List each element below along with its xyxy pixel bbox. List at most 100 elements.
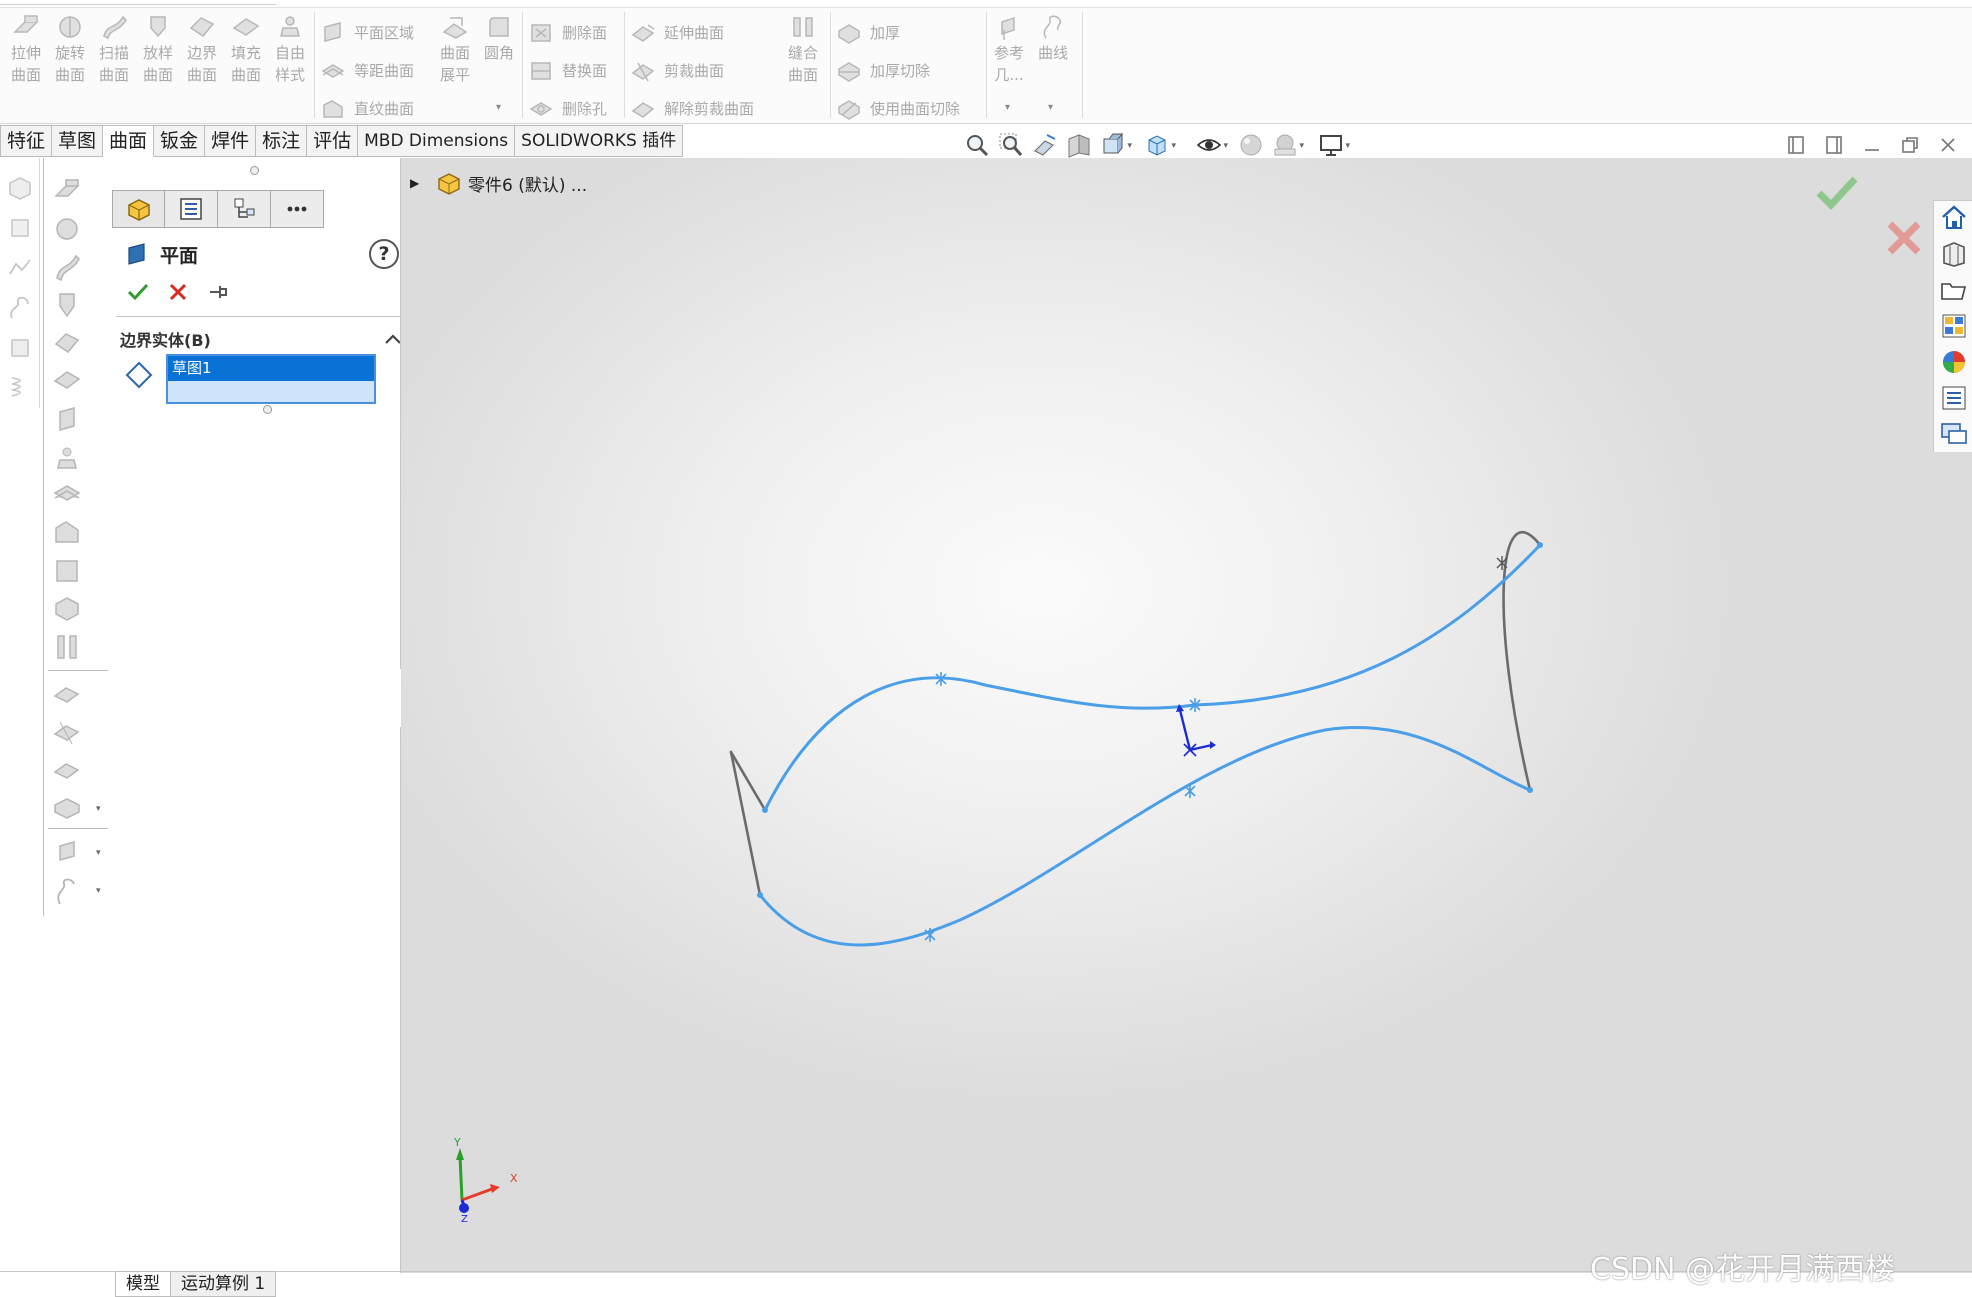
v-extend-surface-button[interactable] [52, 680, 82, 710]
delete-hole-button[interactable]: 删除孔 [528, 94, 607, 124]
section-view-button[interactable] [1062, 129, 1096, 161]
tab-solidworks-addins[interactable]: SOLIDWORKS 插件 [515, 125, 684, 157]
list-resize-handle[interactable] [263, 405, 272, 414]
configuration-manager-tab[interactable] [218, 190, 271, 228]
tab-weldments[interactable]: 焊件 [205, 125, 257, 157]
surface-bodies-button[interactable] [6, 214, 34, 242]
replace-face-button[interactable]: 替换面 [528, 56, 607, 86]
v-freeform-button[interactable] [52, 442, 82, 472]
thicken-button[interactable]: 加厚 [836, 18, 900, 48]
curve-button[interactable] [6, 294, 34, 322]
cancel-button[interactable] [158, 276, 198, 308]
file-explorer-tab[interactable] [1939, 275, 1969, 305]
edit-appearance-button[interactable] [1234, 129, 1268, 161]
loft-surface-button[interactable]: 放样 曲面 [137, 10, 179, 86]
tab-motion-study-1[interactable]: 运动算例 1 [171, 1271, 277, 1297]
sketch-button[interactable] [6, 254, 34, 282]
restore-button[interactable] [1894, 130, 1926, 160]
freeform-button[interactable]: 自由 样式 [269, 10, 311, 86]
v-boundary-surface-button[interactable] [52, 328, 82, 358]
custom-properties-tab[interactable] [1939, 383, 1969, 413]
dropdown-arrow-icon[interactable]: ▾ [96, 848, 101, 858]
tile-vertical-button[interactable] [1818, 130, 1850, 160]
fillet-button[interactable]: 圆角 [478, 10, 520, 64]
hide-show-items-button[interactable]: ▾ [1192, 129, 1228, 161]
close-button[interactable] [1932, 130, 1964, 160]
dynamic-annotation-button[interactable]: ▾ [1096, 129, 1132, 161]
view-orientation-button[interactable]: ▾ [1140, 129, 1176, 161]
ruled-surface-button[interactable]: 直纹曲面 [320, 94, 414, 124]
fillet-dropdown-icon[interactable]: ▾ [496, 102, 501, 113]
spring-button[interactable] [6, 372, 34, 400]
curves-dropdown-icon[interactable]: ▾ [1048, 102, 1053, 113]
tab-sketch[interactable]: 草图 [52, 125, 104, 157]
v-offset-surface-button[interactable] [52, 480, 82, 510]
tab-markup[interactable]: 标注 [256, 125, 308, 157]
graphics-area[interactable] [401, 158, 1972, 1273]
thickened-cut-button[interactable]: 加厚切除 [836, 56, 930, 86]
solid-bodies-button[interactable] [6, 174, 34, 202]
extrude-surface-button[interactable]: 拉伸 曲面 [5, 10, 47, 86]
list-item[interactable]: 草图1 [168, 356, 374, 381]
v-extrude-surface-button[interactable] [52, 176, 82, 206]
view-settings-button[interactable]: ▾ [1314, 129, 1350, 161]
flyout-feature-tree[interactable]: ▶ 零件6 (默认) ... [410, 168, 587, 198]
minimize-button[interactable] [1856, 130, 1888, 160]
feature-manager-tab[interactable] [112, 190, 165, 228]
bounding-entities-selection-box[interactable]: 草图1 [166, 354, 376, 404]
untrim-surface-button[interactable]: 解除剪裁曲面 [630, 94, 754, 124]
revolve-surface-button[interactable]: 旋转 曲面 [49, 10, 91, 86]
tab-surfaces[interactable]: 曲面 [103, 125, 155, 157]
appearances-tab[interactable] [1939, 347, 1969, 377]
v-knit-surface-button[interactable] [52, 632, 82, 662]
delete-face-button[interactable]: 删除面 [528, 18, 607, 48]
v-ruled-surface-button[interactable] [52, 518, 82, 548]
keep-visible-pin-button[interactable] [198, 276, 238, 308]
v-loft-surface-button[interactable] [52, 290, 82, 320]
design-library-tab[interactable] [1939, 239, 1969, 269]
v-untrim-surface-button[interactable] [52, 756, 82, 786]
previous-view-button[interactable] [1028, 129, 1062, 161]
v-replace-face-button[interactable] [52, 594, 82, 624]
trim-surface-button[interactable]: 剪裁曲面 [630, 56, 724, 86]
v-thicken-button[interactable] [52, 794, 82, 824]
confirm-cancel-icon[interactable] [1884, 218, 1924, 258]
cut-with-surface-button[interactable]: 使用曲面切除 [836, 94, 960, 124]
extend-surface-button[interactable]: 延伸曲面 [630, 18, 724, 48]
boundary-surface-button[interactable]: 边界 曲面 [181, 10, 223, 86]
solidworks-forum-tab[interactable] [1939, 419, 1969, 449]
tab-evaluate[interactable]: 评估 [307, 125, 359, 157]
bounding-entities-group-header[interactable]: 边界实体(B) [120, 324, 402, 354]
help-button[interactable]: ? [369, 239, 399, 269]
more-tabs-button[interactable] [271, 190, 324, 228]
tab-mbd-dimensions[interactable]: MBD Dimensions [358, 125, 516, 157]
zoom-to-area-button[interactable] [994, 129, 1028, 161]
zoom-to-fit-button[interactable] [960, 129, 994, 161]
view-palette-tab[interactable] [1939, 311, 1969, 341]
offset-surface-button[interactable]: 等距曲面 [320, 56, 414, 86]
dropdown-arrow-icon[interactable]: ▾ [96, 804, 101, 814]
curves-button[interactable]: 曲线 [1032, 10, 1074, 64]
reference-geometry-dropdown-icon[interactable]: ▾ [1005, 102, 1010, 113]
solidworks-resources-tab[interactable] [1939, 203, 1969, 233]
knit-surface-button[interactable]: 缝合 曲面 [782, 10, 824, 86]
mate-button[interactable] [6, 334, 34, 362]
v-sweep-surface-button[interactable] [52, 252, 82, 282]
v-delete-face-button[interactable] [52, 556, 82, 586]
panel-resize-handle[interactable] [250, 166, 259, 175]
tile-horizontal-button[interactable] [1780, 130, 1812, 160]
v-reference-geometry-button[interactable] [52, 838, 82, 868]
v-trim-surface-button[interactable] [52, 718, 82, 748]
apply-scene-button[interactable]: ▾ [1268, 129, 1304, 161]
tab-features[interactable]: 特征 [0, 125, 53, 157]
fill-surface-button[interactable]: 填充 曲面 [225, 10, 267, 86]
planar-surface-button[interactable]: 平面区域 [320, 18, 414, 48]
confirm-ok-icon[interactable] [1815, 173, 1859, 213]
tab-model[interactable]: 模型 [115, 1271, 171, 1297]
v-curves-button[interactable] [52, 876, 82, 906]
sweep-surface-button[interactable]: 扫描 曲面 [93, 10, 135, 86]
v-planar-surface-button[interactable] [52, 404, 82, 434]
ok-button[interactable] [118, 276, 158, 308]
property-manager-tab[interactable] [165, 190, 218, 228]
flatten-surface-button[interactable]: 曲面 展平 [434, 10, 476, 86]
